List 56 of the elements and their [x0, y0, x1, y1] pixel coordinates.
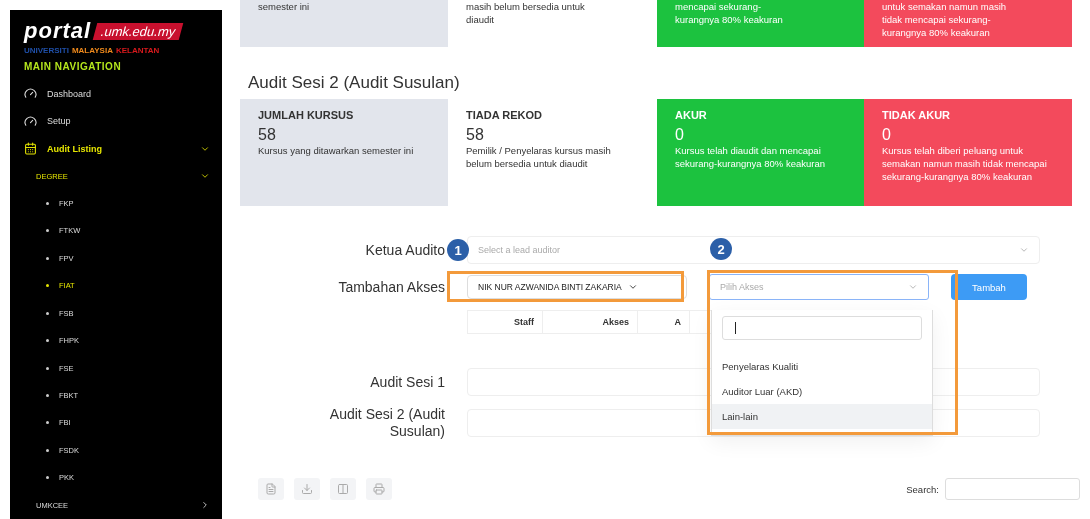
- card-value: 0: [882, 126, 892, 144]
- sidebar-item[interactable]: Setup: [24, 107, 210, 135]
- sidebar-item[interactable]: Dashboard: [24, 80, 210, 108]
- section-title: Audit Sesi 2 (Audit Susulan): [248, 73, 461, 93]
- card-description: kurangnya 80% keakuran: [882, 26, 991, 39]
- university-name: MALAYSIA: [71, 46, 113, 55]
- printer-icon[interactable]: [366, 478, 392, 500]
- gauge-icon: [24, 114, 37, 128]
- field-label: Audit Sesi 2 (Audit Susulan): [328, 406, 445, 440]
- logo-domain: .umk.edu.my: [92, 22, 184, 40]
- calendar-icon: [24, 142, 37, 156]
- university-name: UNIVERSITI: [24, 46, 69, 55]
- dropdown-option[interactable]: Penyelaras Kualiti: [712, 354, 932, 379]
- card-title: TIADA REKOD: [466, 109, 543, 121]
- card-value: 0: [675, 126, 685, 144]
- search-field[interactable]: [945, 478, 1080, 500]
- card-description: Kursus telah diaudit dan mencapai sekurang-kurangnya 80% keakuran: [675, 144, 826, 170]
- card-description: kurangnya 80% keakuran: [675, 13, 784, 26]
- column-header: A: [638, 311, 690, 333]
- card-description: Kursus yang ditawarkan semester ini: [258, 144, 415, 157]
- university-name: KELANTAN: [115, 46, 160, 55]
- column-header: Staff: [468, 311, 543, 333]
- sidebar-item[interactable]: Audit Listing: [24, 134, 210, 163]
- dropdown-option[interactable]: Auditor Luar (AKD): [712, 379, 932, 404]
- gauge-icon: [24, 87, 37, 101]
- dropdown-option[interactable]: Lain-lain: [712, 404, 932, 429]
- card-description: semester ini: [258, 0, 311, 13]
- card-description: Pemilik / Penyelaras kursus masih belum bersedia untuk diaudit: [466, 144, 612, 170]
- column-header: Akses: [543, 311, 638, 333]
- card-title: JUMLAH KURSUS: [258, 109, 355, 121]
- nav-heading: MAIN NAVIGATION: [24, 61, 123, 72]
- step-badge: 1: [447, 239, 469, 261]
- logo-text: portal: [24, 18, 92, 44]
- card-description: masih belum bersedia untuk: [466, 0, 586, 13]
- search-label: Search:: [906, 483, 939, 495]
- chevron-down-icon: [1019, 245, 1029, 255]
- field-label: Ketua Audito: [365, 241, 445, 259]
- field-label: Tambahan Akses: [338, 278, 445, 296]
- field-label: Audit Sesi 1: [370, 373, 445, 391]
- card-description: tidak mencapai sekurang-: [882, 13, 992, 26]
- card-description: diaudit: [466, 13, 495, 26]
- columns-icon[interactable]: [330, 478, 356, 500]
- chevron-right-icon: [200, 500, 210, 511]
- card-description: Kursus telah diberi peluang untuk semakan namun masih tidak mencapai sekurang-kurangnya 80% keakuran: [882, 144, 1048, 183]
- chevron-down-icon: [627, 282, 638, 292]
- card-title: AKUR: [675, 109, 708, 121]
- card-description: mencapai sekurang-: [675, 0, 763, 13]
- document-icon[interactable]: [258, 478, 284, 500]
- card-value: 58: [258, 126, 277, 144]
- dropdown-search-field[interactable]: [722, 316, 922, 340]
- card-description: untuk semakan namun masih: [882, 0, 1008, 13]
- card-title: TIDAK AKUR: [882, 109, 952, 121]
- staff-select[interactable]: NIK NUR AZWANIDA BINTI ZAKARIA: [467, 275, 687, 299]
- chevron-down-icon: [908, 282, 918, 292]
- download-icon[interactable]: [294, 478, 320, 500]
- card-value: 58: [466, 126, 485, 144]
